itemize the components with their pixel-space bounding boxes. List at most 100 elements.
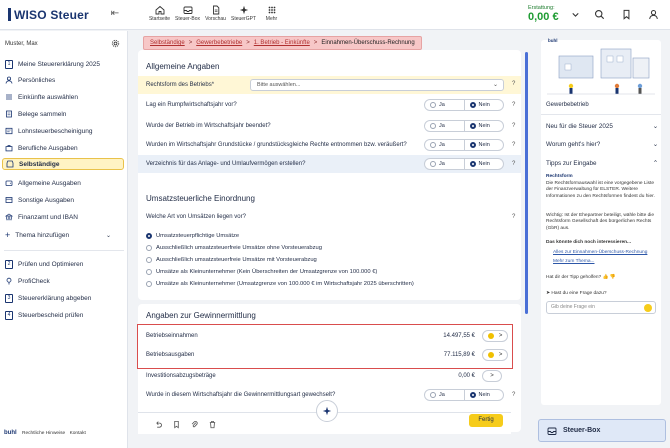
breadcrumb-gewerbebetriebe[interactable]: Gewerbebetriebe	[196, 40, 242, 46]
link-rechtliche-hinweise[interactable]: Rechtliche Hinweise	[22, 431, 65, 436]
sidebar-item-allgemeine-ausgaben[interactable]: Allgemeine Ausgaben	[2, 177, 124, 189]
chevron-down-icon: ⌄	[652, 123, 658, 130]
toggle-betrieb-beendet[interactable]: Ja Nein	[424, 120, 504, 132]
radio-button[interactable]	[146, 257, 152, 263]
option-nein[interactable]: Nein	[463, 100, 504, 110]
link-mehr-zum-thema[interactable]: Mehr zum Thema...	[553, 259, 595, 264]
sidebar-item-finanzamt[interactable]: Finanzamt und IBAN	[2, 211, 124, 223]
investitionsabzug-detail-button[interactable]: >	[482, 370, 502, 382]
betriebsausgaben-row[interactable]: Betriebsausgaben 77.115,89 €	[139, 346, 511, 364]
radio-option[interactable]: Umsätze als Kleinunternehmer (Kein Übers…	[146, 267, 377, 277]
sidebar-item-abgeben[interactable]: 3 Steuererklärung abgeben	[2, 292, 124, 304]
section-title-gewinnermittlung: Angaben zur Gewinnermittlung	[146, 311, 256, 320]
undo-icon[interactable]	[154, 420, 163, 429]
sidebar-item-thema-hinzufuegen[interactable]: + Thema hinzufügen ⌄	[2, 229, 124, 241]
help-section-worum[interactable]: Worum geht's hier? ⌄	[546, 141, 658, 148]
refund-display[interactable]: Erstattung: 0,00 €	[528, 5, 559, 23]
help-icon[interactable]: ?	[512, 214, 515, 220]
betriebseinnahmen-detail-button[interactable]: >	[482, 330, 508, 342]
status-dot	[487, 352, 494, 358]
toggle-grundstuecke[interactable]: Ja Nein	[424, 139, 504, 151]
help-icon[interactable]: ?	[512, 123, 515, 129]
steuergpt-fab[interactable]	[316, 400, 338, 422]
option-nein[interactable]: Nein	[463, 140, 504, 150]
radio-option[interactable]: Umsatzsteuerpflichtige Umsätze	[146, 231, 239, 241]
option-ja[interactable]: Ja	[425, 121, 464, 131]
radio-button[interactable]	[146, 233, 152, 239]
gear-icon[interactable]	[111, 39, 120, 48]
sidebar-item-pruefen[interactable]: 2 Prüfen und Optimieren	[2, 258, 124, 270]
sidebar-item-belege[interactable]: Belege sammeln	[2, 108, 124, 120]
sidebar-item-selbstaendige[interactable]: Selbständige	[2, 158, 124, 170]
breadcrumb-selbstaendige[interactable]: Selbständige	[150, 40, 185, 46]
inbox-icon	[183, 6, 192, 14]
app-logo[interactable]: WISO Steuer	[8, 8, 89, 22]
nav-startseite[interactable]: Startseite	[146, 4, 173, 22]
option-nein[interactable]: Nein	[463, 159, 504, 169]
radio-option[interactable]: Ausschließlich umsatzsteuerfreie Umsätze…	[146, 243, 322, 253]
home-icon	[155, 5, 164, 15]
help-icon[interactable]: ?	[512, 142, 515, 148]
breadcrumb-betrieb[interactable]: 1. Betrieb - Einkünfte	[254, 40, 310, 46]
sidebar-item-proficheck[interactable]: ProfiCheck	[2, 275, 124, 287]
betriebseinnahmen-row[interactable]: Betriebseinnahmen 14.497,55 €	[139, 327, 511, 345]
nav-mehr[interactable]: Mehr	[258, 4, 285, 22]
bookmark-icon[interactable]	[172, 420, 181, 429]
nav-steuergpt[interactable]: SteuerGPT	[230, 4, 257, 22]
radio-button[interactable]	[146, 269, 152, 275]
chevron-down-icon[interactable]	[570, 9, 581, 20]
shop-icon	[6, 160, 14, 168]
sidebar-item-sonstige-ausgaben[interactable]: Sonstige Ausgaben	[2, 194, 124, 206]
chevron-up-icon: ⌃	[652, 160, 658, 167]
option-ja[interactable]: Ja	[425, 159, 464, 169]
option-nein[interactable]: Nein	[463, 121, 504, 131]
help-icon[interactable]: ?	[512, 392, 515, 398]
main-scrollbar[interactable]	[525, 52, 528, 314]
radio-button[interactable]	[146, 281, 152, 287]
option-nein[interactable]: Nein	[463, 390, 504, 400]
help-section-neu[interactable]: Neu für die Steuer 2025 ⌄	[546, 123, 658, 130]
sidebar-item-persoenliches[interactable]: Persönliches	[2, 74, 124, 86]
help-section-tipps[interactable]: Tipps zur Eingabe ⌃	[546, 160, 658, 167]
send-icon[interactable]	[644, 304, 652, 312]
rechtsform-select[interactable]: Bitte auswählen... ⌄	[250, 79, 504, 91]
collapse-sidebar-icon[interactable]: ⇤	[108, 7, 122, 21]
radio-option[interactable]: Ausschließlich umsatzsteuerfreie Umsätze…	[146, 255, 317, 265]
thumbs-down-icon[interactable]: 👎	[610, 275, 616, 280]
interest-title: Das könnte dich noch interessieren...	[546, 240, 632, 245]
toggle-rumpfwirtschaftsjahr[interactable]: Ja Nein	[424, 99, 504, 111]
investitionsabzug-row[interactable]: Investitionsabzugsbeträge 0,00 €	[139, 367, 511, 385]
betriebsausgaben-detail-button[interactable]: >	[482, 349, 508, 361]
sparkle-icon	[322, 406, 332, 416]
done-button[interactable]: Fertig	[469, 414, 503, 427]
option-ja[interactable]: Ja	[425, 390, 464, 400]
attachment-icon[interactable]	[190, 420, 199, 429]
help-divider	[541, 114, 661, 115]
user-icon[interactable]	[648, 9, 659, 20]
sidebar-item-bescheid[interactable]: 4 Steuerbescheid prüfen	[2, 309, 124, 321]
sidebar-item-lohnsteuer[interactable]: Lohnsteuerbescheinigung	[2, 125, 124, 137]
ask-input[interactable]: Gib deine Frage ein	[546, 301, 656, 314]
thumbs-up-icon[interactable]: 👍	[603, 275, 609, 280]
link-euer[interactable]: Alles zur Einnahmen-Überschuss-Rechnung	[553, 250, 647, 255]
help-icon[interactable]: ?	[512, 102, 515, 108]
sidebar-item-einkuenfte[interactable]: Einkünfte auswählen	[2, 91, 124, 103]
nav-steuer-box[interactable]: Steuer-Box	[174, 4, 201, 22]
nav-vorschau[interactable]: Vorschau	[202, 4, 229, 22]
steuer-box-button[interactable]: Steuer-Box	[538, 419, 666, 442]
help-icon[interactable]: ?	[512, 81, 515, 87]
sidebar-item-berufliche-ausgaben[interactable]: Berufliche Ausgaben	[2, 142, 124, 154]
search-icon[interactable]	[594, 9, 605, 20]
toggle-verzeichnis[interactable]: Ja Nein	[424, 158, 504, 170]
radio-option[interactable]: Umsätze als Kleinunternehmer (Umsatzgren…	[146, 279, 414, 289]
help-icon[interactable]: ?	[512, 161, 515, 167]
option-ja[interactable]: Ja	[425, 100, 464, 110]
sidebar-item-steuererklaerung[interactable]: 1 Meine Steuererklärung 2025	[2, 58, 124, 70]
radio-button[interactable]	[146, 245, 152, 251]
toggle-gewinnermittlungsart[interactable]: Ja Nein	[424, 389, 504, 401]
bookmark-icon[interactable]	[621, 9, 632, 20]
option-ja[interactable]: Ja	[425, 140, 464, 150]
sidebar-divider	[4, 250, 124, 251]
trash-icon[interactable]	[208, 420, 217, 429]
link-kontakt[interactable]: Kontakt	[70, 431, 86, 436]
